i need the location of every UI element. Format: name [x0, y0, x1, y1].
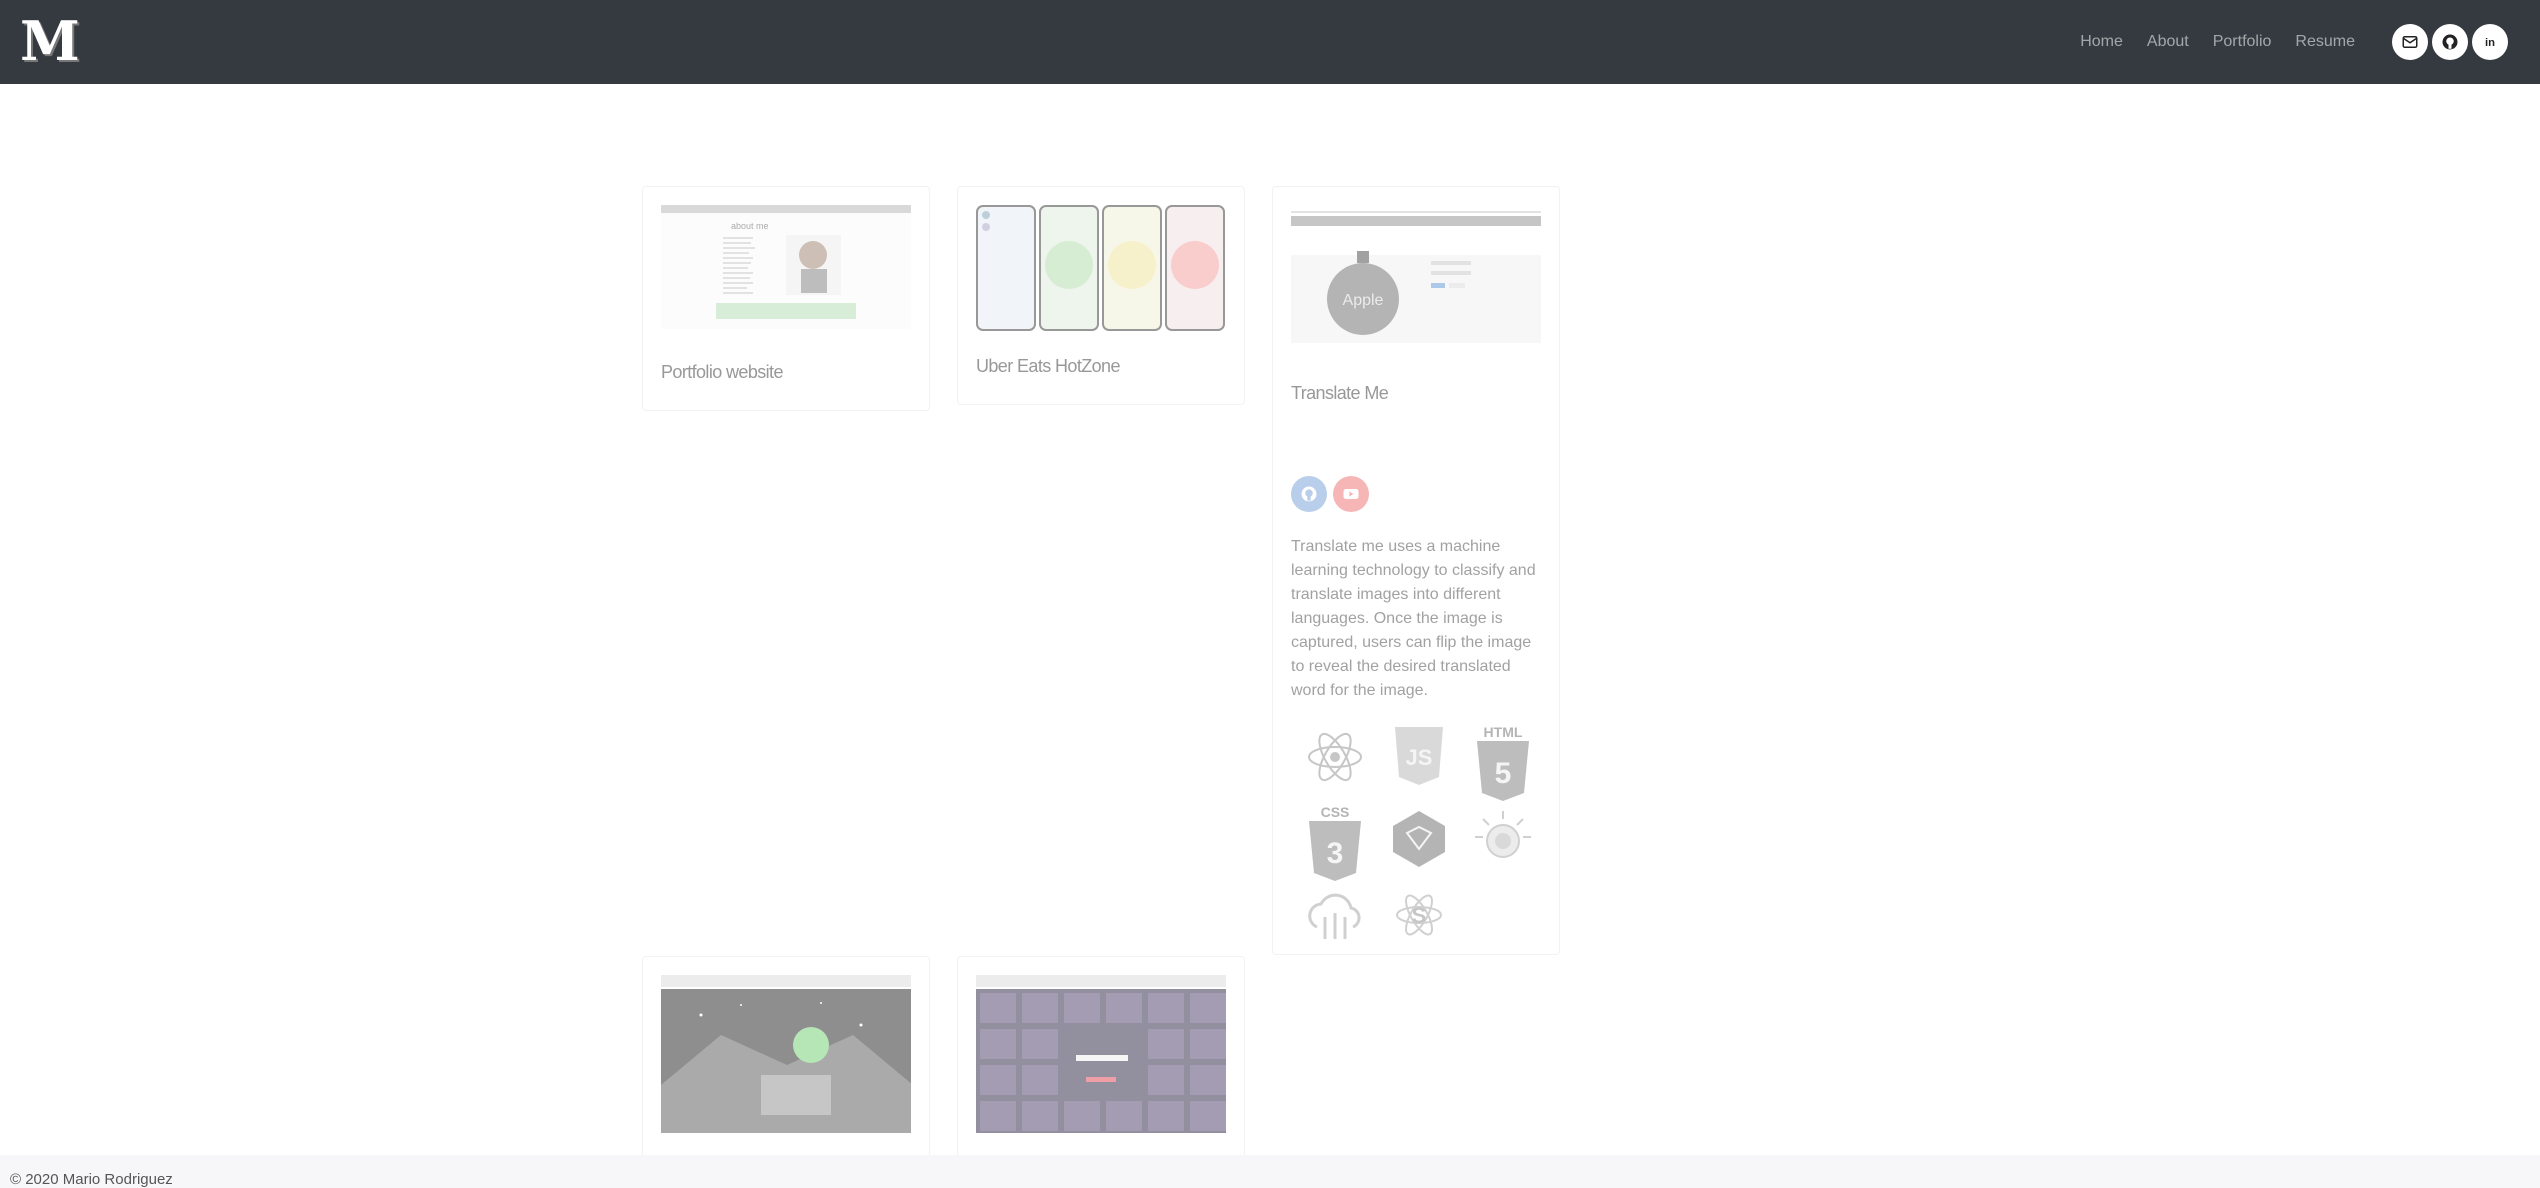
- project-title: Translate Me: [1291, 383, 1389, 403]
- cloud-icon: [1303, 883, 1367, 947]
- project-card-translate-me[interactable]: Apple Translate Me Translate me uses a m…: [1272, 186, 1560, 955]
- footer: © 2020 Mario Rodriguez: [0, 1155, 2540, 1188]
- project-screenshot: [976, 205, 1226, 331]
- saga-icon: S: [1387, 883, 1451, 947]
- project-card-uber-eats[interactable]: Uber Eats HotZone: [957, 186, 1245, 405]
- linkedin-icon[interactable]: in: [2472, 24, 2508, 60]
- svg-text:S: S: [1412, 903, 1427, 928]
- project-screenshot: Apple: [1291, 211, 1541, 343]
- project-title: Uber Eats HotZone: [976, 356, 1120, 376]
- svg-text:HTML: HTML: [1484, 725, 1523, 740]
- css3-icon: CSS 3: [1303, 804, 1367, 885]
- svg-text:5: 5: [1495, 757, 1512, 790]
- project-card-4[interactable]: [642, 956, 930, 1188]
- project-screenshot: about me: [661, 205, 911, 329]
- nav-resume[interactable]: Resume: [2295, 33, 2355, 51]
- ibm-watson-icon: [1471, 807, 1535, 871]
- site-logo[interactable]: M: [20, 14, 80, 68]
- svg-text:in: in: [2485, 37, 2495, 49]
- svg-text:JS: JS: [1406, 745, 1433, 770]
- social-links: in: [2392, 24, 2508, 60]
- nav-home[interactable]: Home: [2080, 33, 2123, 51]
- svg-text:CSS: CSS: [1321, 805, 1350, 820]
- sketch-icon: [1387, 807, 1451, 871]
- nav-links: Home About Portfolio Resume: [2080, 0, 2355, 84]
- nav-about[interactable]: About: [2147, 33, 2189, 51]
- project-card-portfolio[interactable]: about me Portfolio website: [642, 186, 930, 411]
- project-card-5[interactable]: [957, 956, 1245, 1188]
- github-icon[interactable]: [2432, 24, 2468, 60]
- html5-icon: HTML 5: [1471, 724, 1535, 805]
- react-icon: [1303, 725, 1367, 789]
- youtube-icon[interactable]: [1333, 476, 1369, 512]
- project-screenshot: [976, 975, 1226, 1133]
- project-screenshot: [661, 975, 911, 1133]
- mail-icon[interactable]: [2392, 24, 2428, 60]
- svg-text:3: 3: [1327, 837, 1344, 870]
- svg-text:about me: about me: [731, 221, 769, 231]
- project-description: Translate me uses a machine learning tec…: [1291, 538, 1536, 699]
- svg-text:Apple: Apple: [1343, 292, 1384, 309]
- github-icon[interactable]: [1291, 476, 1327, 512]
- project-title: Portfolio website: [661, 362, 783, 382]
- copyright-text: © 2020 Mario Rodriguez: [10, 1171, 173, 1188]
- nav-portfolio[interactable]: Portfolio: [2213, 33, 2272, 51]
- navbar: M Home About Portfolio Resume in: [0, 0, 2540, 84]
- javascript-icon: JS: [1387, 725, 1451, 789]
